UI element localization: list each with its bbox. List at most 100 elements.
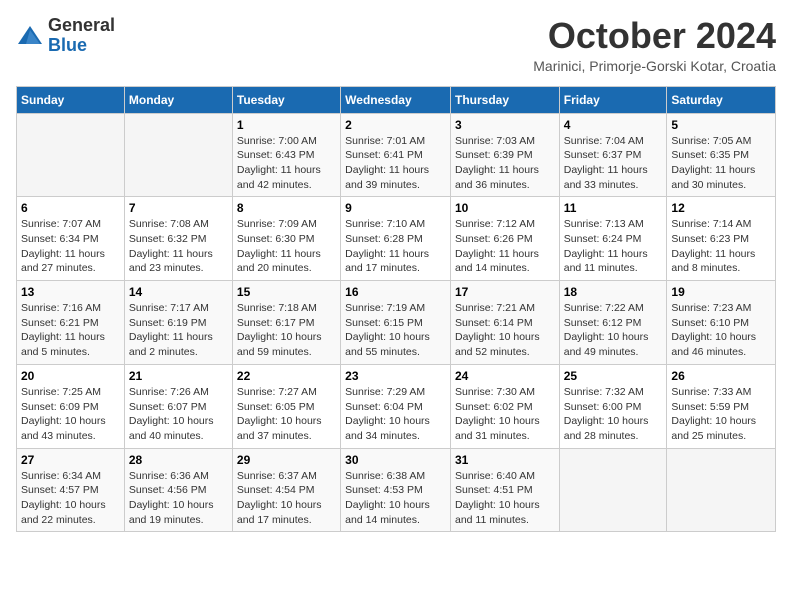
day-info: Sunrise: 7:17 AMSunset: 6:19 PMDaylight:… <box>129 301 228 360</box>
day-info: Sunrise: 7:12 AMSunset: 6:26 PMDaylight:… <box>455 217 555 276</box>
day-number: 6 <box>21 201 120 215</box>
day-info: Sunrise: 7:18 AMSunset: 6:17 PMDaylight:… <box>237 301 336 360</box>
calendar-cell: 25 Sunrise: 7:32 AMSunset: 6:00 PMDayligh… <box>559 364 667 448</box>
calendar-cell <box>17 113 125 197</box>
day-number: 12 <box>671 201 771 215</box>
calendar-cell: 30 Sunrise: 6:38 AMSunset: 4:53 PMDayligh… <box>341 448 451 532</box>
calendar-cell: 1 Sunrise: 7:00 AMSunset: 6:43 PMDaylight… <box>232 113 340 197</box>
day-number: 29 <box>237 453 336 467</box>
calendar-cell: 23 Sunrise: 7:29 AMSunset: 6:04 PMDayligh… <box>341 364 451 448</box>
day-info: Sunrise: 6:38 AMSunset: 4:53 PMDaylight:… <box>345 469 446 528</box>
calendar-cell <box>124 113 232 197</box>
calendar-cell <box>667 448 776 532</box>
week-row-3: 13 Sunrise: 7:16 AMSunset: 6:21 PMDayligh… <box>17 281 776 365</box>
day-info: Sunrise: 6:40 AMSunset: 4:51 PMDaylight:… <box>455 469 555 528</box>
calendar-cell: 7 Sunrise: 7:08 AMSunset: 6:32 PMDaylight… <box>124 197 232 281</box>
calendar-cell: 26Sunrise: 7:33 AMSunset: 5:59 PMDayligh… <box>667 364 776 448</box>
calendar-cell: 2Sunrise: 7:01 AMSunset: 6:41 PMDaylight… <box>341 113 451 197</box>
calendar-cell: 17Sunrise: 7:21 AMSunset: 6:14 PMDayligh… <box>450 281 559 365</box>
day-info: Sunrise: 7:07 AMSunset: 6:34 PMDaylight:… <box>21 217 120 276</box>
day-info: Sunrise: 6:36 AMSunset: 4:56 PMDaylight:… <box>129 469 228 528</box>
day-number: 17 <box>455 285 555 299</box>
day-number: 31 <box>455 453 555 467</box>
day-number: 7 <box>129 201 228 215</box>
calendar-cell: 21 Sunrise: 7:26 AMSunset: 6:07 PMDayligh… <box>124 364 232 448</box>
calendar-cell: 22Sunrise: 7:27 AMSunset: 6:05 PMDayligh… <box>232 364 340 448</box>
logo-general: General <box>48 16 115 36</box>
day-info: Sunrise: 7:01 AMSunset: 6:41 PMDaylight:… <box>345 134 446 193</box>
day-info: Sunrise: 7:03 AMSunset: 6:39 PMDaylight:… <box>455 134 555 193</box>
calendar-cell: 6 Sunrise: 7:07 AMSunset: 6:34 PMDaylight… <box>17 197 125 281</box>
day-info: Sunrise: 7:25 AMSunset: 6:09 PMDaylight:… <box>21 385 120 444</box>
day-number: 28 <box>129 453 228 467</box>
calendar-cell: 3 Sunrise: 7:03 AMSunset: 6:39 PMDaylight… <box>450 113 559 197</box>
calendar-cell: 28 Sunrise: 6:36 AMSunset: 4:56 PMDayligh… <box>124 448 232 532</box>
day-number: 9 <box>345 201 446 215</box>
day-info: Sunrise: 7:29 AMSunset: 6:04 PMDaylight:… <box>345 385 446 444</box>
day-number: 27 <box>21 453 120 467</box>
logo: General Blue <box>16 16 115 56</box>
weekday-header-row: SundayMondayTuesdayWednesdayThursdayFrid… <box>17 86 776 113</box>
week-row-2: 6 Sunrise: 7:07 AMSunset: 6:34 PMDaylight… <box>17 197 776 281</box>
day-info: Sunrise: 6:34 AMSunset: 4:57 PMDaylight:… <box>21 469 120 528</box>
calendar-cell: 9 Sunrise: 7:10 AMSunset: 6:28 PMDaylight… <box>341 197 451 281</box>
calendar-cell: 11Sunrise: 7:13 AMSunset: 6:24 PMDayligh… <box>559 197 667 281</box>
day-number: 22 <box>237 369 336 383</box>
day-info: Sunrise: 6:37 AMSunset: 4:54 PMDaylight:… <box>237 469 336 528</box>
day-info: Sunrise: 7:16 AMSunset: 6:21 PMDaylight:… <box>21 301 120 360</box>
day-number: 30 <box>345 453 446 467</box>
day-info: Sunrise: 7:08 AMSunset: 6:32 PMDaylight:… <box>129 217 228 276</box>
week-row-4: 20 Sunrise: 7:25 AMSunset: 6:09 PMDayligh… <box>17 364 776 448</box>
day-number: 26 <box>671 369 771 383</box>
day-number: 11 <box>564 201 663 215</box>
day-info: Sunrise: 7:10 AMSunset: 6:28 PMDaylight:… <box>345 217 446 276</box>
calendar-cell: 18Sunrise: 7:22 AMSunset: 6:12 PMDayligh… <box>559 281 667 365</box>
calendar-cell: 5 Sunrise: 7:05 AMSunset: 6:35 PMDaylight… <box>667 113 776 197</box>
logo-text: General Blue <box>48 16 115 56</box>
page-header: General Blue October 2024 Marinici, Prim… <box>16 16 776 74</box>
calendar-cell <box>559 448 667 532</box>
month-title: October 2024 <box>533 16 776 56</box>
day-number: 13 <box>21 285 120 299</box>
weekday-header-monday: Monday <box>124 86 232 113</box>
calendar-cell: 15 Sunrise: 7:18 AMSunset: 6:17 PMDayligh… <box>232 281 340 365</box>
day-number: 4 <box>564 118 663 132</box>
week-row-1: 1 Sunrise: 7:00 AMSunset: 6:43 PMDaylight… <box>17 113 776 197</box>
weekday-header-wednesday: Wednesday <box>341 86 451 113</box>
calendar-cell: 24Sunrise: 7:30 AMSunset: 6:02 PMDayligh… <box>450 364 559 448</box>
day-number: 19 <box>671 285 771 299</box>
location-subtitle: Marinici, Primorje-Gorski Kotar, Croatia <box>533 58 776 74</box>
weekday-header-thursday: Thursday <box>450 86 559 113</box>
day-info: Sunrise: 7:19 AMSunset: 6:15 PMDaylight:… <box>345 301 446 360</box>
calendar-cell: 8Sunrise: 7:09 AMSunset: 6:30 PMDaylight… <box>232 197 340 281</box>
calendar-table: SundayMondayTuesdayWednesdayThursdayFrid… <box>16 86 776 533</box>
calendar-cell: 16 Sunrise: 7:19 AMSunset: 6:15 PMDayligh… <box>341 281 451 365</box>
calendar-cell: 14Sunrise: 7:17 AMSunset: 6:19 PMDayligh… <box>124 281 232 365</box>
day-number: 15 <box>237 285 336 299</box>
day-number: 21 <box>129 369 228 383</box>
calendar-cell: 31 Sunrise: 6:40 AMSunset: 4:51 PMDayligh… <box>450 448 559 532</box>
day-number: 16 <box>345 285 446 299</box>
day-number: 5 <box>671 118 771 132</box>
day-info: Sunrise: 7:05 AMSunset: 6:35 PMDaylight:… <box>671 134 771 193</box>
day-number: 23 <box>345 369 446 383</box>
calendar-cell: 27 Sunrise: 6:34 AMSunset: 4:57 PMDayligh… <box>17 448 125 532</box>
calendar-cell: 20 Sunrise: 7:25 AMSunset: 6:09 PMDayligh… <box>17 364 125 448</box>
day-number: 3 <box>455 118 555 132</box>
day-info: Sunrise: 7:32 AMSunset: 6:00 PMDaylight:… <box>564 385 663 444</box>
day-info: Sunrise: 7:00 AMSunset: 6:43 PMDaylight:… <box>237 134 336 193</box>
weekday-header-sunday: Sunday <box>17 86 125 113</box>
weekday-header-friday: Friday <box>559 86 667 113</box>
day-number: 25 <box>564 369 663 383</box>
weekday-header-tuesday: Tuesday <box>232 86 340 113</box>
day-number: 10 <box>455 201 555 215</box>
title-section: October 2024 Marinici, Primorje-Gorski K… <box>533 16 776 74</box>
day-number: 20 <box>21 369 120 383</box>
day-info: Sunrise: 7:30 AMSunset: 6:02 PMDaylight:… <box>455 385 555 444</box>
day-info: Sunrise: 7:26 AMSunset: 6:07 PMDaylight:… <box>129 385 228 444</box>
logo-icon <box>16 22 44 50</box>
day-number: 1 <box>237 118 336 132</box>
day-info: Sunrise: 7:04 AMSunset: 6:37 PMDaylight:… <box>564 134 663 193</box>
day-number: 8 <box>237 201 336 215</box>
day-info: Sunrise: 7:23 AMSunset: 6:10 PMDaylight:… <box>671 301 771 360</box>
